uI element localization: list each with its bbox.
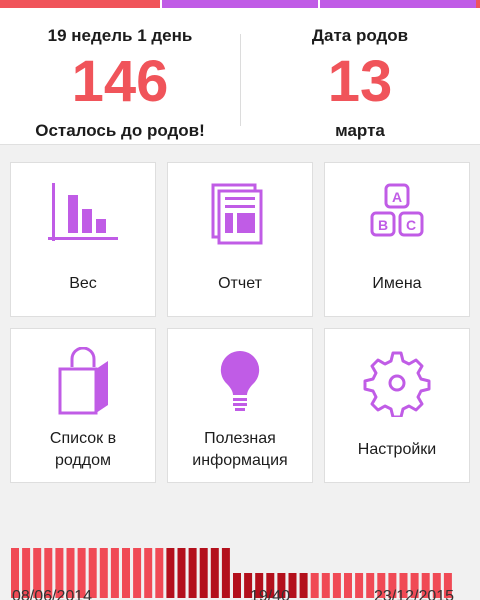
timeline-bar-12	[133, 548, 142, 598]
timeline-bar-10	[110, 548, 119, 598]
timeline-bar-20	[221, 548, 230, 598]
timeline-bar-19	[210, 548, 219, 598]
timeline-start-date: 08/06/2014	[12, 588, 93, 600]
timeline-bar-18	[199, 548, 208, 598]
timeline-current-week: 19/40	[250, 588, 291, 600]
timeline-bar-16	[177, 548, 186, 598]
timeline-bar-17	[188, 548, 197, 598]
timeline-chart	[11, 548, 452, 598]
timeline-bar-29	[321, 573, 330, 598]
timeline-bar-31	[344, 573, 352, 598]
timeline-end-date: 23/12/2015	[374, 588, 455, 600]
timeline-bar-27	[299, 573, 308, 598]
timeline-bar-11	[122, 548, 130, 598]
timeline-bar-14	[155, 548, 164, 598]
timeline-bar-32	[355, 573, 364, 598]
timeline-bar-21	[233, 573, 241, 598]
timeline-bar-13	[144, 548, 153, 598]
timeline-bar-28	[310, 573, 319, 598]
timeline-bar-15	[166, 548, 175, 598]
timeline-bar-33	[366, 573, 375, 598]
timeline-bar-30	[332, 573, 341, 598]
timeline-bar-9	[99, 548, 108, 598]
